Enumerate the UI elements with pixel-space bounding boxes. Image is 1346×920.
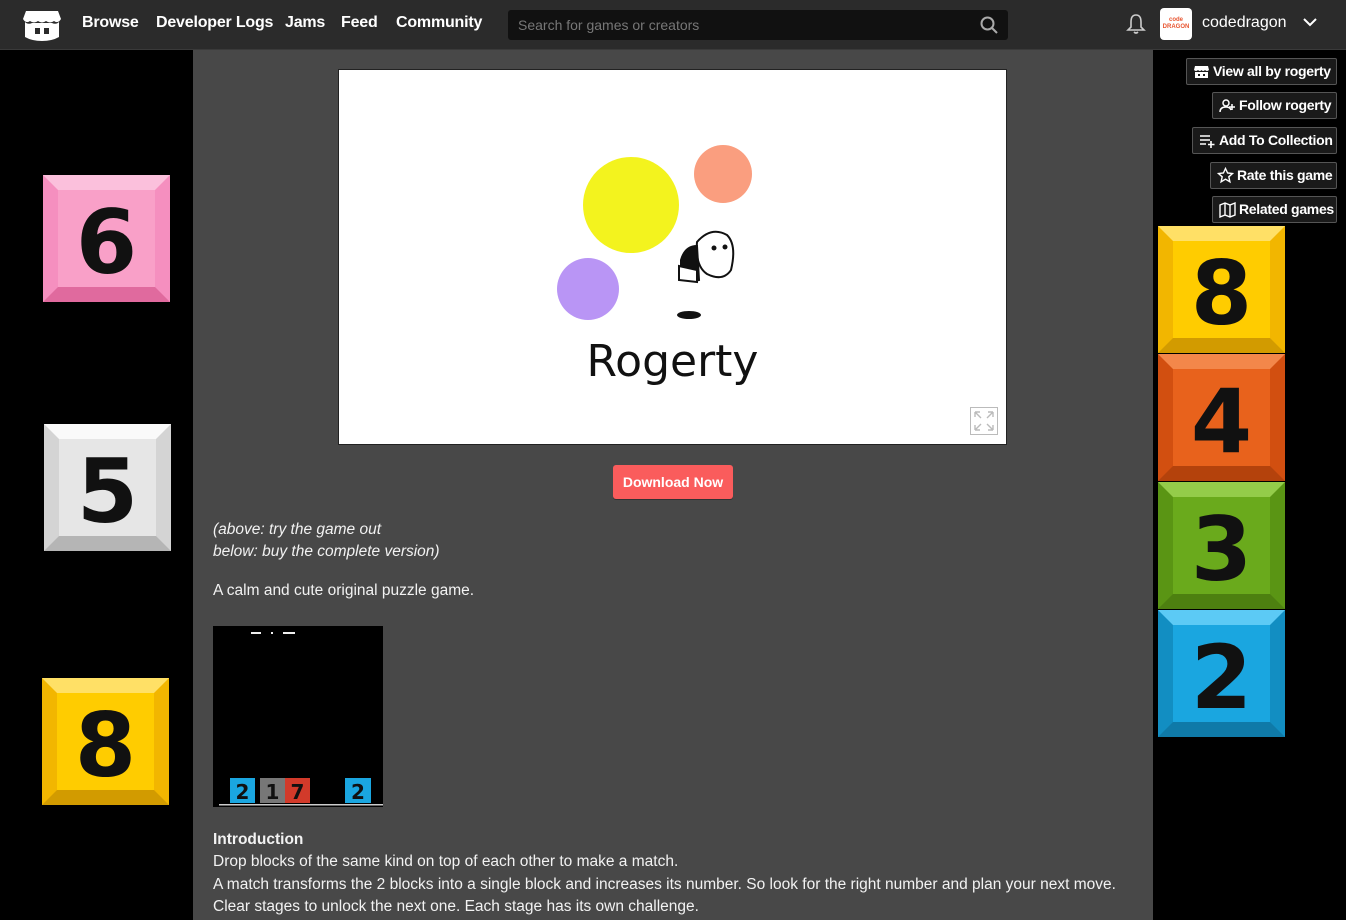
block-label: 7 [291,780,305,804]
tile-label: 8 [75,694,136,797]
user-avatar[interactable]: code DRAGON [1160,8,1192,40]
rate-game-label: Rate this game [1237,167,1333,183]
search-icon[interactable] [980,16,998,34]
map-icon [1219,201,1236,218]
chevron-down-icon[interactable] [1302,16,1318,28]
related-games-button[interactable]: Related games [1212,196,1337,223]
nav-jams[interactable]: Jams [285,14,325,32]
follow-label: Follow rogerty [1239,97,1332,113]
game-title: Rogerty [586,336,759,387]
tile-label: 3 [1191,498,1252,601]
intro-line-1: Drop blocks of the same kind on top of e… [213,853,679,870]
number-tile-2: 2 [1158,610,1285,737]
note-line-1: (above: try the game out [213,521,382,538]
number-tile-8: 8 [1158,226,1285,353]
intro-line-3: Clear stages to unlock the next one. Eac… [213,898,699,915]
search-input[interactable] [508,10,968,40]
tile-label: 5 [77,440,138,543]
block-label: 2 [236,780,250,804]
store-icon [1194,66,1209,78]
game-embed[interactable]: Rogerty [338,69,1007,445]
tagline: A calm and cute original puzzle game. [213,582,475,599]
tile-label: 4 [1191,370,1252,473]
user-plus-icon [1219,99,1235,113]
number-tile-8: 8 [42,678,169,805]
tile-label: 6 [76,191,137,294]
game-title-art [557,145,752,320]
intro-line-2: A match transforms the 2 blocks into a s… [213,876,1116,893]
tile-label: 2 [1191,626,1252,729]
username-label[interactable]: codedragon [1202,14,1287,32]
nav-developer-logs[interactable]: Developer Logs [156,14,273,32]
block-label: 2 [351,780,365,804]
view-all-button[interactable]: View all by rogerty [1186,58,1337,85]
search-box [508,10,1008,40]
nav-browse[interactable]: Browse [82,14,139,32]
game-page-column: Rogerty Download Now (above: try the gam… [193,50,1153,920]
related-games-label: Related games [1239,201,1334,217]
block-label: 1 [266,780,280,804]
rate-game-button[interactable]: Rate this game [1210,162,1337,189]
add-to-collection-label: Add To Collection [1219,132,1333,148]
intro-heading: Introduction [213,831,304,848]
avatar-text: code DRAGON [1162,17,1190,30]
number-tile-6: 6 [43,175,170,302]
note-line-2: below: buy the complete version) [213,543,440,560]
top-navbar: Browse Developer Logs Jams Feed Communit… [0,0,1346,50]
itchio-logo-icon[interactable] [22,7,62,43]
download-button[interactable]: Download Now [613,465,733,499]
add-to-collection-button[interactable]: Add To Collection [1192,127,1337,154]
notification-bell-icon[interactable] [1126,13,1146,35]
gameplay-art: 2 1 7 2 [219,632,383,806]
tile-label: 8 [1191,242,1252,345]
gameplay-screenshot[interactable]: 2 1 7 2 [213,626,383,807]
fullscreen-icon[interactable] [970,407,998,435]
number-tile-4: 4 [1158,354,1285,481]
view-all-label: View all by rogerty [1213,63,1331,79]
nav-feed[interactable]: Feed [341,14,378,32]
number-tile-3: 3 [1158,482,1285,609]
nav-community[interactable]: Community [396,14,482,32]
playlist-add-icon [1200,135,1215,148]
star-icon [1217,167,1234,184]
follow-button[interactable]: Follow rogerty [1212,92,1337,119]
number-tile-5: 5 [44,424,171,551]
